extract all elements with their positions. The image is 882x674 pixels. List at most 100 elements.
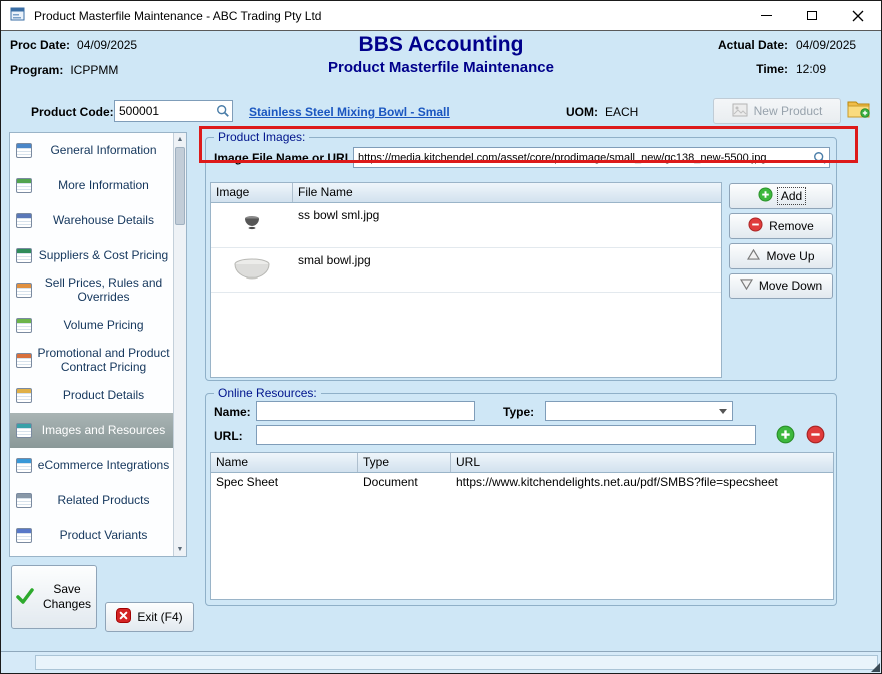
remove-button[interactable]: Remove	[729, 213, 833, 239]
sidebar-item-label: eCommerce Integrations	[37, 459, 170, 473]
time-value: 12:09	[796, 62, 872, 76]
actual-date-value: 04/09/2025	[796, 38, 872, 52]
resource-url-label: URL:	[214, 429, 243, 443]
titlebar: Product Masterfile Maintenance - ABC Tra…	[1, 1, 881, 31]
image-url-label: Image File Name or URL:	[214, 151, 356, 165]
time-label: Time:	[756, 62, 788, 76]
volume-pricing-icon	[16, 318, 32, 333]
resource-type-label: Type:	[503, 405, 534, 419]
sidebar-item-label: Sell Prices, Rules and Overrides	[37, 277, 170, 305]
uom-label: UOM:	[566, 105, 598, 119]
new-product-icon	[732, 103, 748, 120]
sidebar-item-product-details[interactable]: Product Details	[10, 378, 173, 413]
sidebar-item-label: General Information	[37, 144, 170, 158]
sidebar-item-label: Warehouse Details	[37, 214, 170, 228]
resources-col-header-type: Type	[358, 453, 451, 472]
image-file-name: smal bowl.jpg	[293, 248, 721, 292]
sidebar-item-sell-prices-rules-overrides[interactable]: Sell Prices, Rules and Overrides	[10, 273, 173, 308]
sidebar-item-more-information[interactable]: More Information	[10, 168, 173, 203]
resize-grip[interactable]	[871, 663, 880, 672]
resource-add-button[interactable]	[776, 425, 795, 444]
scrollbar-thumb[interactable]	[175, 147, 185, 225]
add-button[interactable]: Add	[729, 183, 833, 209]
sidebar-item-label: Promotional and Product Contract Pricing	[37, 347, 170, 375]
sidebar-item-label: More Information	[37, 179, 170, 193]
maximize-button[interactable]	[789, 1, 835, 30]
resource-type-value	[546, 409, 719, 413]
resource-remove-icon	[806, 425, 825, 444]
resources-table-header: Name Type URL	[211, 453, 833, 473]
resource-type-select[interactable]	[545, 401, 733, 421]
exit-button[interactable]: Exit (F4)	[105, 602, 194, 632]
minimize-button[interactable]	[743, 1, 789, 30]
resource-url-cell: https://www.kitchendelights.net.au/pdf/S…	[451, 473, 833, 493]
image-row[interactable]: smal bowl.jpg	[211, 248, 721, 293]
close-button[interactable]	[835, 1, 881, 30]
resource-remove-button[interactable]	[806, 425, 825, 444]
image-file-name: ss bowl sml.jpg	[293, 203, 721, 247]
product-code-field	[114, 100, 233, 122]
sidebar-item-ecommerce-integrations[interactable]: eCommerce Integrations	[10, 448, 173, 483]
new-product-button[interactable]: New Product	[713, 98, 841, 124]
sell-prices-icon	[16, 283, 32, 298]
image-url-search-icon[interactable]	[813, 151, 827, 165]
resource-name-input[interactable]	[256, 401, 475, 421]
sidebar-scrollbar[interactable]: ▲ ▼	[173, 133, 186, 556]
sidebar-nav: General Information More Information War…	[10, 133, 173, 556]
sidebar-item-product-variants[interactable]: Product Variants	[10, 518, 173, 553]
product-code-search-icon[interactable]	[216, 104, 230, 118]
actual-date-label: Actual Date:	[718, 38, 788, 52]
more-information-icon	[16, 178, 32, 193]
header-right: Actual Date: 04/09/2025 Time: 12:09	[718, 38, 872, 76]
save-check-icon	[15, 586, 35, 609]
move-up-icon	[747, 249, 760, 263]
sidebar-item-volume-pricing[interactable]: Volume Pricing	[10, 308, 173, 343]
sidebar-item-label: Volume Pricing	[37, 319, 170, 333]
resource-row[interactable]: Spec Sheet Document https://www.kitchend…	[211, 473, 833, 493]
resources-col-header-url: URL	[451, 453, 833, 472]
status-bar	[1, 651, 881, 673]
open-folder-button[interactable]	[847, 99, 871, 119]
product-images-table: Image File Name ss bowl sml.jpg smal bow…	[210, 182, 722, 378]
app-icon	[10, 6, 26, 25]
move-up-button[interactable]: Move Up	[729, 243, 833, 269]
resource-name-label: Name:	[214, 405, 251, 419]
product-name-link[interactable]: Stainless Steel Mixing Bowl - Small	[249, 105, 450, 119]
move-down-button[interactable]: Move Down	[729, 273, 833, 299]
product-details-icon	[16, 388, 32, 403]
images-table-header: Image File Name	[211, 183, 721, 203]
warehouse-details-icon	[16, 213, 32, 228]
sidebar-item-promotional-contract-pricing[interactable]: Promotional and Product Contract Pricing	[10, 343, 173, 378]
sidebar-item-general-information[interactable]: General Information	[10, 133, 173, 168]
save-changes-button[interactable]: Save Changes	[11, 565, 97, 629]
suppliers-cost-pricing-icon	[16, 248, 32, 263]
promotional-pricing-icon	[16, 353, 32, 368]
image-url-field	[353, 147, 830, 168]
scroll-down-icon[interactable]: ▼	[174, 543, 186, 556]
related-products-icon	[16, 493, 32, 508]
resource-add-icon	[776, 425, 795, 444]
status-panel	[35, 655, 878, 670]
online-resources-group-label: Online Resources:	[214, 386, 321, 400]
bowl-thumbnail-small-dark	[242, 212, 262, 235]
sidebar-item-images-and-resources[interactable]: Images and Resources	[10, 413, 173, 448]
minimize-icon	[761, 15, 772, 16]
resources-table: Name Type URL Spec Sheet Document https:…	[210, 452, 834, 600]
resource-url-input[interactable]	[256, 425, 756, 445]
image-row[interactable]: ss bowl sml.jpg	[211, 203, 721, 248]
new-product-label: New Product	[754, 104, 823, 118]
exit-x-icon	[116, 608, 131, 626]
sidebar-item-suppliers-cost-pricing[interactable]: Suppliers & Cost Pricing	[10, 238, 173, 273]
sidebar-item-warehouse-details[interactable]: Warehouse Details	[10, 203, 173, 238]
images-col-header-filename: File Name	[293, 183, 721, 202]
sidebar-item-related-products[interactable]: Related Products	[10, 483, 173, 518]
sidebar-item-label: Images and Resources	[37, 424, 170, 438]
bowl-thumbnail-light	[232, 257, 272, 284]
image-url-input[interactable]	[353, 147, 830, 168]
close-icon	[852, 10, 864, 22]
scroll-up-icon[interactable]: ▲	[174, 133, 186, 146]
product-images-group-label: Product Images:	[214, 130, 309, 144]
uom-field: UOM: EACH	[566, 105, 638, 119]
online-resources-group: Online Resources: Name: Type: URL: Name …	[205, 393, 837, 606]
images-col-header-image: Image	[211, 183, 293, 202]
